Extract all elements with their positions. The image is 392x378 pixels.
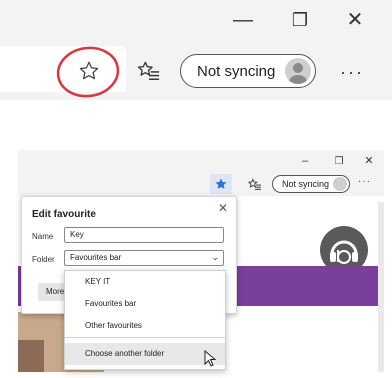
avatar-icon (333, 177, 347, 191)
choose-another-folder-option[interactable]: Choose another folder (65, 343, 225, 365)
profile-sync-button[interactable]: Not syncing (180, 54, 316, 88)
scrollbar[interactable] (378, 202, 384, 372)
option-label: Other favourites (85, 321, 142, 330)
minimize-button[interactable]: – (298, 151, 312, 171)
dropdown-option[interactable]: KEY IT (65, 271, 225, 293)
more-button-label: More (46, 287, 65, 296)
restore-button[interactable]: ❐ (285, 10, 315, 30)
page-photo-detail (18, 340, 44, 372)
dropdown-option[interactable]: Other favourites (65, 315, 225, 337)
dialog-title: Edit favourite (32, 209, 96, 220)
folder-dropdown: KEY IT Favourites bar Other favourites C… (64, 270, 226, 370)
close-button[interactable]: ✕ (340, 10, 370, 30)
title-bar: – ❐ ✕ (18, 150, 384, 172)
name-value: Key (70, 230, 84, 239)
option-label: KEY IT (85, 277, 111, 286)
favorites-list-icon[interactable] (137, 60, 161, 82)
settings-more-button[interactable]: ··· (340, 62, 364, 83)
browser-toolbar-zoomed: — ❐ ✕ Not syncing ··· (0, 0, 392, 100)
chevron-down-icon: ⌄ (211, 252, 219, 262)
sync-status-label: Not syncing (197, 63, 276, 80)
folder-select[interactable]: Favourites bar ⌄ (64, 250, 224, 266)
dropdown-option[interactable]: Favourites bar (65, 293, 225, 315)
name-label: Name (32, 232, 54, 241)
settings-more-button[interactable]: ··· (358, 176, 371, 187)
sync-status-label: Not syncing (282, 179, 330, 189)
name-field[interactable]: Key (64, 227, 224, 243)
avatar-icon (285, 58, 311, 84)
star-filled-icon (215, 178, 227, 189)
dropdown-divider (65, 337, 225, 338)
close-icon[interactable]: ✕ (218, 201, 228, 215)
favorites-list-icon[interactable] (248, 178, 262, 191)
option-label: Favourites bar (85, 299, 137, 308)
mouse-cursor-icon (204, 350, 217, 367)
option-label: Choose another folder (85, 349, 165, 358)
folder-value: Favourites bar (70, 253, 122, 262)
minimize-button[interactable]: — (228, 10, 258, 30)
folder-label: Folder (32, 255, 55, 264)
restore-button[interactable]: ❐ (332, 152, 346, 172)
favourite-star-button[interactable] (210, 174, 232, 194)
star-outline-icon[interactable] (78, 60, 100, 82)
profile-sync-button[interactable]: Not syncing (272, 175, 350, 193)
close-button[interactable]: ✕ (362, 151, 376, 171)
